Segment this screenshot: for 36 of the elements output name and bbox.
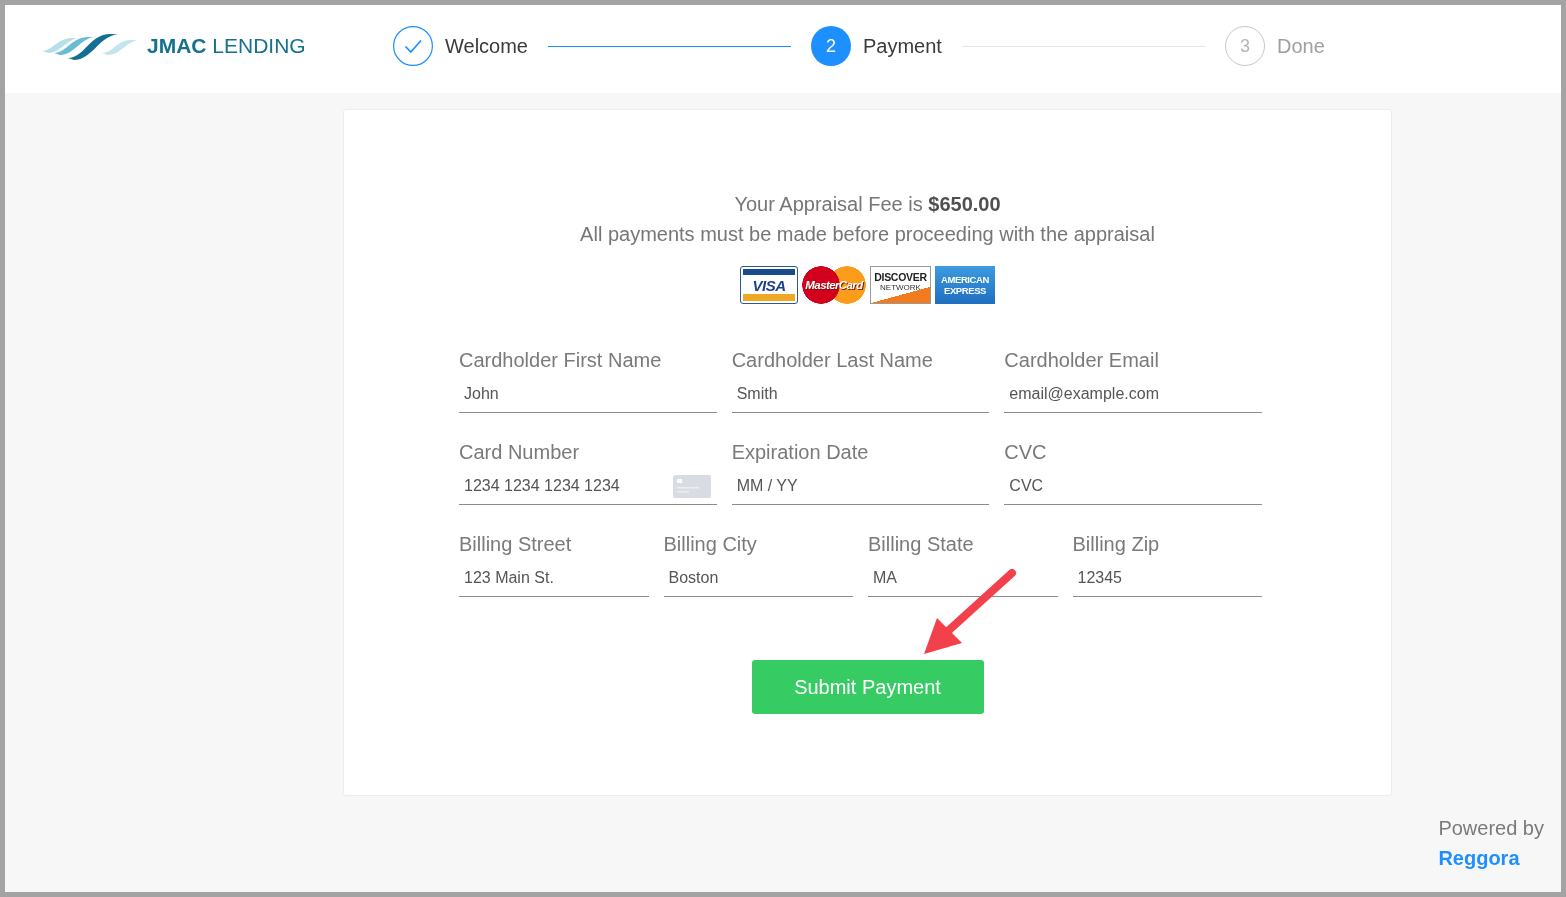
- field-label: Expiration Date: [731, 440, 870, 465]
- logo-text: DISCOVER: [874, 271, 927, 283]
- step-label: Done: [1276, 34, 1325, 58]
- field-label: Billing Street: [459, 532, 573, 557]
- input-field[interactable]: MA: [868, 560, 1058, 597]
- brand-name: JMAC LENDING: [147, 34, 306, 58]
- notice-text: All payments must be made before proceeding with the appraisal: [580, 222, 1155, 247]
- field-label: CVC: [1004, 440, 1048, 465]
- field-label: Billing Zip: [1072, 532, 1161, 557]
- powered-by-text: Powered by: [1438, 816, 1544, 841]
- field-label: Billing City: [663, 532, 758, 557]
- input-field[interactable]: 1234 1234 1234 1234: [459, 468, 717, 505]
- input-field[interactable]: email@example.com: [1004, 376, 1262, 413]
- credit-card-icon: [672, 475, 711, 498]
- field-label: Card Number: [459, 440, 581, 465]
- input-field[interactable]: 123 Main St.: [459, 560, 649, 597]
- logo-text: AMERICAN: [941, 274, 989, 285]
- field-label: Cardholder Last Name: [731, 348, 934, 373]
- step-label: Welcome: [445, 34, 528, 58]
- input-field[interactable]: Smith: [731, 376, 990, 413]
- input-field[interactable]: Boston: [663, 560, 853, 597]
- input-field[interactable]: 12345: [1072, 560, 1262, 597]
- logo-text: VISA: [752, 276, 786, 294]
- step-number: 2: [811, 26, 851, 66]
- field-label: Cardholder Email: [1004, 348, 1160, 373]
- input-field[interactable]: MM / YY: [731, 468, 990, 505]
- field-label: Cardholder First Name: [459, 348, 663, 373]
- input-field[interactable]: John: [459, 376, 717, 413]
- logo-text: EXPRESS: [943, 285, 987, 296]
- field-label: Billing State: [868, 532, 975, 557]
- input-field[interactable]: CVC: [1004, 468, 1262, 505]
- submit-payment-button[interactable]: Submit Payment: [751, 660, 984, 714]
- logo-text: NETWORK: [880, 283, 921, 292]
- step-label: Payment: [863, 34, 942, 58]
- fee-text: Your Appraisal Fee is $650.00: [734, 192, 1001, 217]
- powered-by-link[interactable]: Reggora: [1438, 843, 1520, 873]
